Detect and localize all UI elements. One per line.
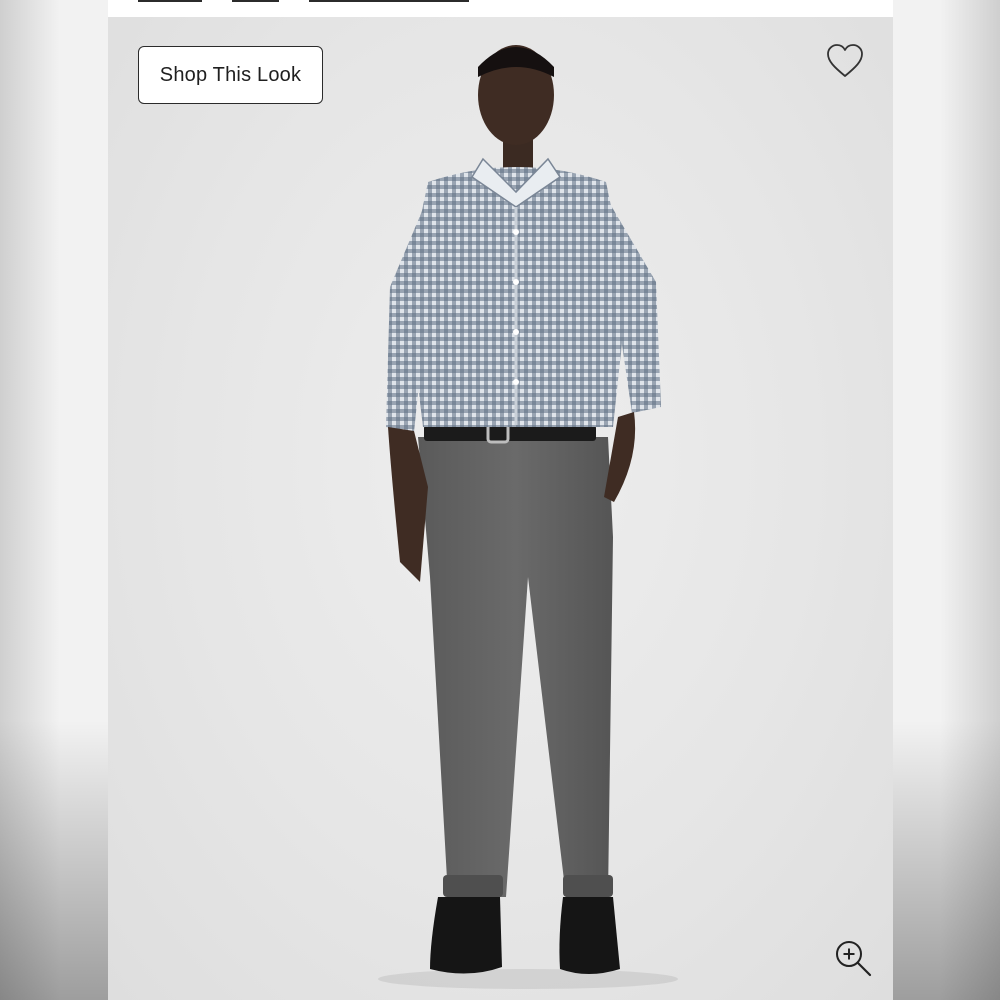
top-tab-1[interactable] bbox=[138, 0, 202, 2]
top-tab-2[interactable] bbox=[232, 0, 279, 2]
top-tab-bar bbox=[108, 0, 893, 17]
product-image[interactable]: Shop This Look bbox=[108, 17, 893, 1000]
shop-this-look-button[interactable]: Shop This Look bbox=[138, 46, 323, 104]
heart-icon[interactable] bbox=[826, 43, 864, 79]
top-tab-3[interactable] bbox=[309, 0, 469, 2]
zoom-in-icon[interactable] bbox=[832, 937, 874, 979]
model-figure bbox=[378, 45, 678, 989]
